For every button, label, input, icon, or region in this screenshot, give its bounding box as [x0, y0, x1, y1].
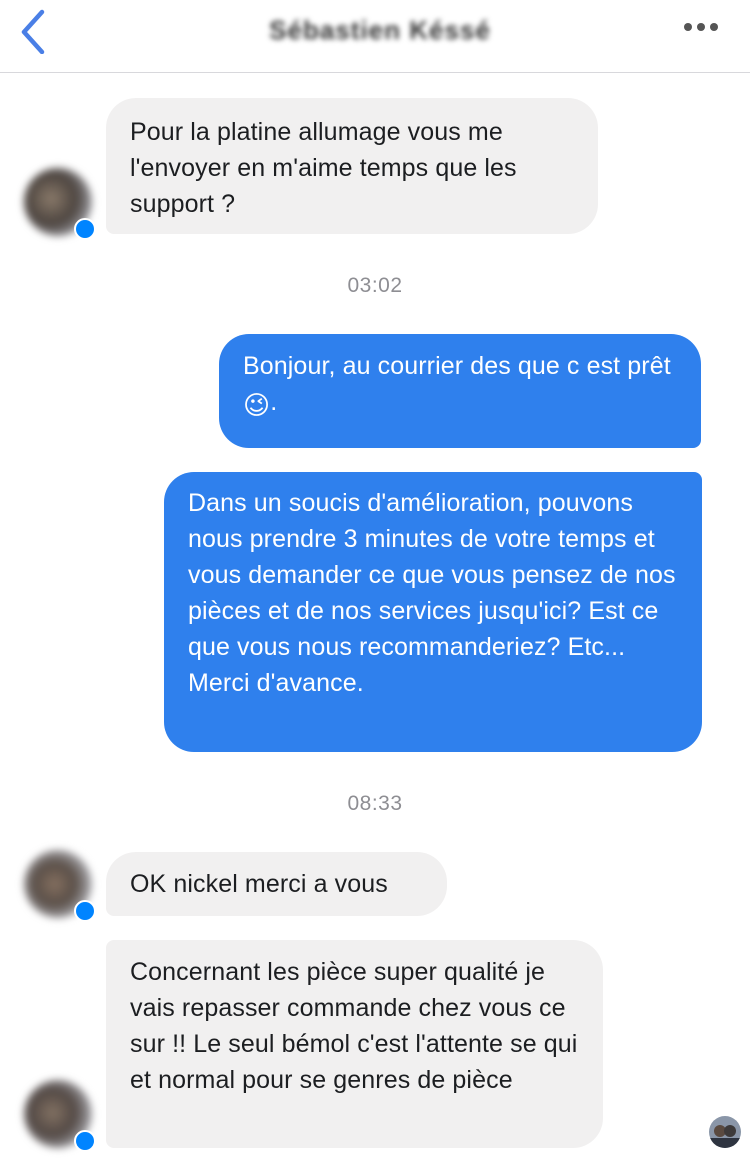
- timestamp: 03:02: [347, 274, 403, 297]
- contact-avatar[interactable]: [24, 1080, 96, 1152]
- contact-avatar[interactable]: [24, 168, 96, 240]
- message-text: Bonjour, au courrier des que c est prêt: [243, 352, 671, 380]
- chevron-left-icon: [21, 9, 45, 55]
- message-incoming[interactable]: OK nickel merci a vous: [106, 852, 447, 916]
- messenger-badge-icon: [74, 900, 96, 922]
- read-receipt-photo-icon: [709, 1116, 741, 1148]
- read-receipt-avatar: [709, 1116, 741, 1148]
- message-outgoing[interactable]: Bonjour, au courrier des que c est prêt …: [219, 334, 701, 448]
- more-options-button[interactable]: [680, 16, 724, 38]
- message-outgoing[interactable]: Dans un soucis d'amélioration, pouvons n…: [164, 472, 702, 752]
- messenger-badge-icon: [74, 218, 96, 240]
- back-button[interactable]: [14, 6, 54, 55]
- conversation-header: Sébastien Késsé: [0, 0, 750, 73]
- contact-avatar[interactable]: [24, 850, 96, 922]
- wink-emoji-icon: 😉: [243, 390, 271, 420]
- message-incoming[interactable]: Pour la platine allumage vous me l'envoy…: [106, 98, 598, 234]
- message-text-end: .: [270, 388, 278, 416]
- message-incoming[interactable]: Concernant les pièce super qualité je va…: [106, 940, 603, 1148]
- timestamp: 08:33: [347, 792, 403, 815]
- contact-name[interactable]: Sébastien Késsé: [250, 12, 510, 48]
- messenger-badge-icon: [74, 1130, 96, 1152]
- more-horizontal-icon: [684, 23, 718, 31]
